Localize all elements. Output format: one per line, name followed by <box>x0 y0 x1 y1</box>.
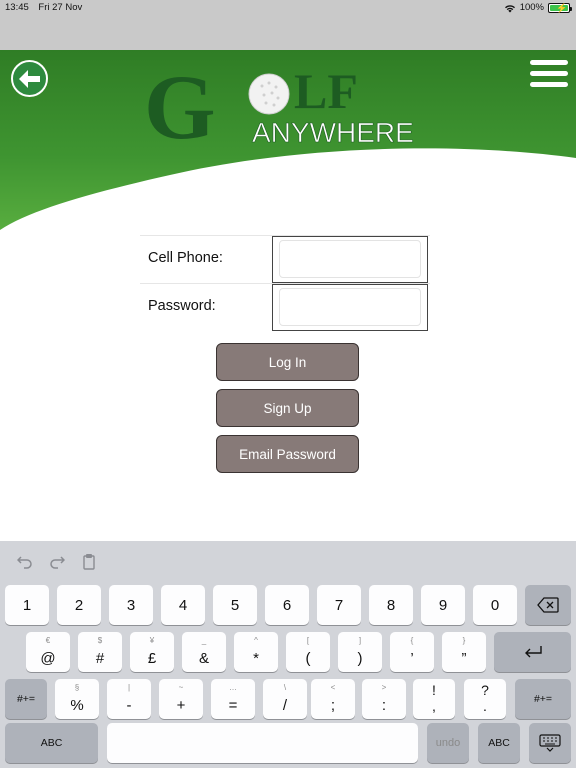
key-colon[interactable]: >: <box>362 679 406 719</box>
key-at[interactable]: € @ <box>26 632 70 672</box>
key-semicolon[interactable]: <; <box>311 679 355 719</box>
key-3[interactable]: 3 <box>109 585 153 625</box>
delete-key[interactable] <box>525 585 571 625</box>
key-comma-exclaim[interactable]: !, <box>413 679 455 719</box>
sign-up-button[interactable]: Sign Up <box>216 389 359 427</box>
undo-icon[interactable] <box>14 551 36 573</box>
golf-anywhere-logo: G LF ANYWHERE <box>144 56 444 158</box>
log-in-button[interactable]: Log In <box>216 343 359 381</box>
redo-icon[interactable] <box>46 551 68 573</box>
arrow-left-icon <box>18 69 40 88</box>
key-hash[interactable]: $ # <box>78 632 122 672</box>
key-7[interactable]: 7 <box>317 585 361 625</box>
space-bar[interactable] <box>107 723 418 763</box>
key-1[interactable]: 1 <box>5 585 49 625</box>
key-period-question[interactable]: ?. <box>464 679 506 719</box>
key-4[interactable]: 4 <box>161 585 205 625</box>
symbols-shift-key-right[interactable]: #+= <box>515 679 571 719</box>
status-time-date: 13:45 Fri 27 Nov <box>5 2 89 13</box>
cell-phone-row: Cell Phone: <box>140 235 430 283</box>
wifi-icon <box>504 4 515 12</box>
hamburger-menu-icon <box>530 60 568 87</box>
key-2[interactable]: 2 <box>57 585 101 625</box>
key-open-paren[interactable]: [( <box>286 632 330 672</box>
undo-key[interactable]: undo <box>427 723 469 763</box>
menu-button[interactable] <box>530 60 568 90</box>
paste-icon[interactable] <box>78 551 100 573</box>
svg-text:LF: LF <box>294 63 358 119</box>
status-date: Fri 27 Nov <box>38 2 83 13</box>
status-bar: 13:45 Fri 27 Nov 100% ⚡ <box>0 0 576 50</box>
cell-phone-label: Cell Phone: <box>148 250 223 266</box>
onscreen-keyboard: 1 2 3 4 5 6 7 8 9 0 € @ $ # ¥ £ _ & ^ * [( ])… <box>0 541 576 768</box>
key-0[interactable]: 0 <box>473 585 517 625</box>
key-ampersand[interactable]: _ & <box>182 632 226 672</box>
key-equals[interactable]: … = <box>211 679 255 719</box>
key-apostrophe[interactable]: {’ <box>390 632 434 672</box>
keyboard-dismiss-icon <box>539 734 561 752</box>
symbols-shift-key-left[interactable]: #+= <box>5 679 47 719</box>
key-pound[interactable]: ¥ £ <box>130 632 174 672</box>
key-5[interactable]: 5 <box>213 585 257 625</box>
password-row: Password: <box>140 283 430 331</box>
return-key[interactable] <box>494 632 571 672</box>
battery-percent: 100% <box>519 2 544 13</box>
cell-phone-field-frame <box>272 236 428 283</box>
key-9[interactable]: 9 <box>421 585 465 625</box>
status-indicators: 100% ⚡ <box>504 2 572 13</box>
dismiss-keyboard-key[interactable] <box>529 723 571 763</box>
battery-icon: ⚡ <box>548 2 572 13</box>
svg-text:G: G <box>144 56 216 151</box>
login-form: Cell Phone: Password: <box>140 235 430 331</box>
abc-key-right[interactable]: ABC <box>478 723 520 763</box>
email-password-button[interactable]: Email Password <box>216 435 359 473</box>
status-time: 13:45 <box>5 2 29 13</box>
key-slash[interactable]: \ / <box>263 679 307 719</box>
password-label: Password: <box>148 298 216 314</box>
backspace-icon <box>537 597 559 613</box>
key-quote[interactable]: }” <box>442 632 486 672</box>
key-plus[interactable]: ~ + <box>159 679 203 719</box>
key-asterisk[interactable]: ^ * <box>234 632 278 672</box>
cell-phone-input[interactable] <box>279 240 421 278</box>
password-field-frame <box>272 284 428 331</box>
svg-text:ANYWHERE: ANYWHERE <box>252 117 414 148</box>
key-minus[interactable]: | - <box>107 679 151 719</box>
key-close-paren[interactable]: ]) <box>338 632 382 672</box>
back-button[interactable] <box>11 60 48 97</box>
key-6[interactable]: 6 <box>265 585 309 625</box>
key-percent[interactable]: §% <box>55 679 99 719</box>
return-icon <box>524 646 542 658</box>
abc-key-left[interactable]: ABC <box>5 723 98 763</box>
app-header: G LF ANYWHERE <box>0 50 576 235</box>
password-input[interactable] <box>279 288 421 326</box>
key-8[interactable]: 8 <box>369 585 413 625</box>
